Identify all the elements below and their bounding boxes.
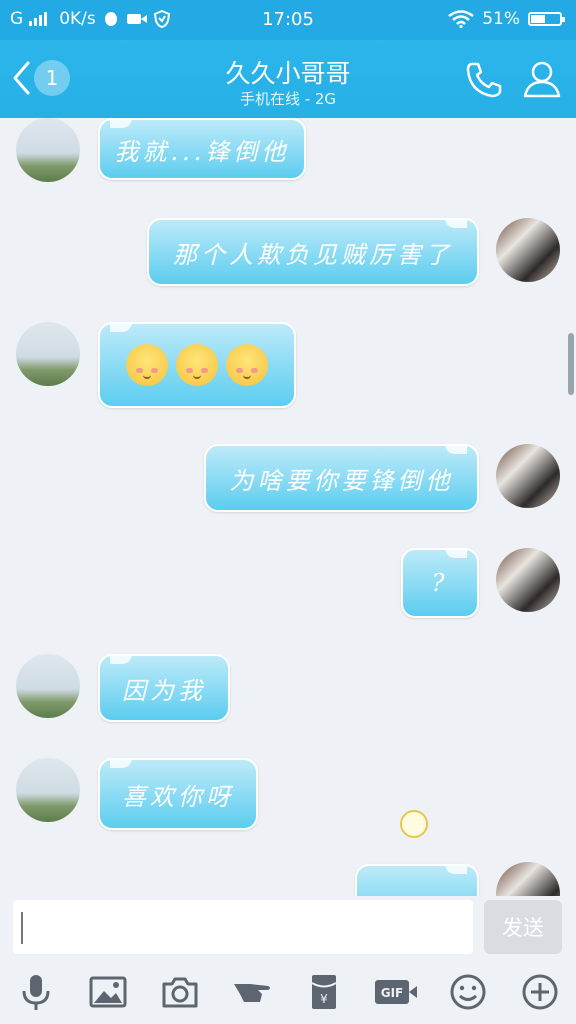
contact-avatar[interactable] <box>16 322 80 386</box>
my-avatar[interactable] <box>496 218 560 282</box>
plus-icon[interactable] <box>520 972 560 1012</box>
gif-icon[interactable]: GIF <box>374 972 418 1012</box>
message-bubble-partial[interactable] <box>355 864 479 896</box>
blushing-face-icon <box>176 344 218 386</box>
red-packet-icon[interactable]: ¥ <box>304 972 344 1012</box>
message-bubble[interactable]: 喜欢你呀 <box>98 758 258 830</box>
blushing-face-icon <box>226 344 268 386</box>
message-bubble[interactable]: 我就...锋倒他 <box>98 118 306 180</box>
contact-avatar[interactable] <box>16 654 80 718</box>
my-avatar[interactable] <box>496 444 560 508</box>
floating-assist-button[interactable] <box>400 810 428 838</box>
message-bubble[interactable]: 因为我 <box>98 654 230 722</box>
svg-text:¥: ¥ <box>320 992 328 1006</box>
input-bar: 发送 <box>0 896 576 958</box>
camera-icon[interactable] <box>160 972 200 1012</box>
wifi-icon <box>448 10 474 28</box>
battery-icon <box>528 12 565 26</box>
call-button[interactable] <box>462 58 506 102</box>
blushing-face-icon <box>126 344 168 386</box>
my-avatar[interactable] <box>496 548 560 612</box>
send-button[interactable]: 发送 <box>484 900 562 954</box>
poke-icon[interactable] <box>232 972 272 1012</box>
emoji-icon[interactable] <box>448 972 488 1012</box>
contact-avatar[interactable] <box>16 758 80 822</box>
chat-header: 1 久久小哥哥 手机在线 - 2G <box>0 40 576 118</box>
status-bar: G 0K/s 17:05 51% <box>0 0 576 40</box>
message-bubble[interactable]: ? <box>401 548 479 618</box>
message-input[interactable] <box>13 900 473 954</box>
message-bubble[interactable]: 那个人欺负见贼厉害了 <box>147 218 479 286</box>
microphone-icon[interactable] <box>16 972 56 1012</box>
gif-label: GIF <box>381 986 404 1000</box>
message-bubble[interactable]: 为啥要你要锋倒他 <box>204 444 479 512</box>
battery-percent: 51% <box>482 9 520 29</box>
emoji-message-bubble[interactable] <box>98 322 296 408</box>
phone-icon <box>466 62 502 98</box>
input-toolbar: ¥ GIF <box>0 958 576 1024</box>
text-caret <box>21 912 23 944</box>
profile-button[interactable] <box>520 58 564 102</box>
message-list[interactable]: 我就...锋倒他 那个人欺负见贼厉害了 为啥要你要锋倒他 ? 因为我 喜欢你呀 <box>0 118 576 896</box>
contact-avatar[interactable] <box>16 118 80 182</box>
person-icon <box>523 61 561 98</box>
my-avatar[interactable] <box>496 862 560 896</box>
scrollbar[interactable] <box>568 333 574 395</box>
image-icon[interactable] <box>88 972 128 1012</box>
